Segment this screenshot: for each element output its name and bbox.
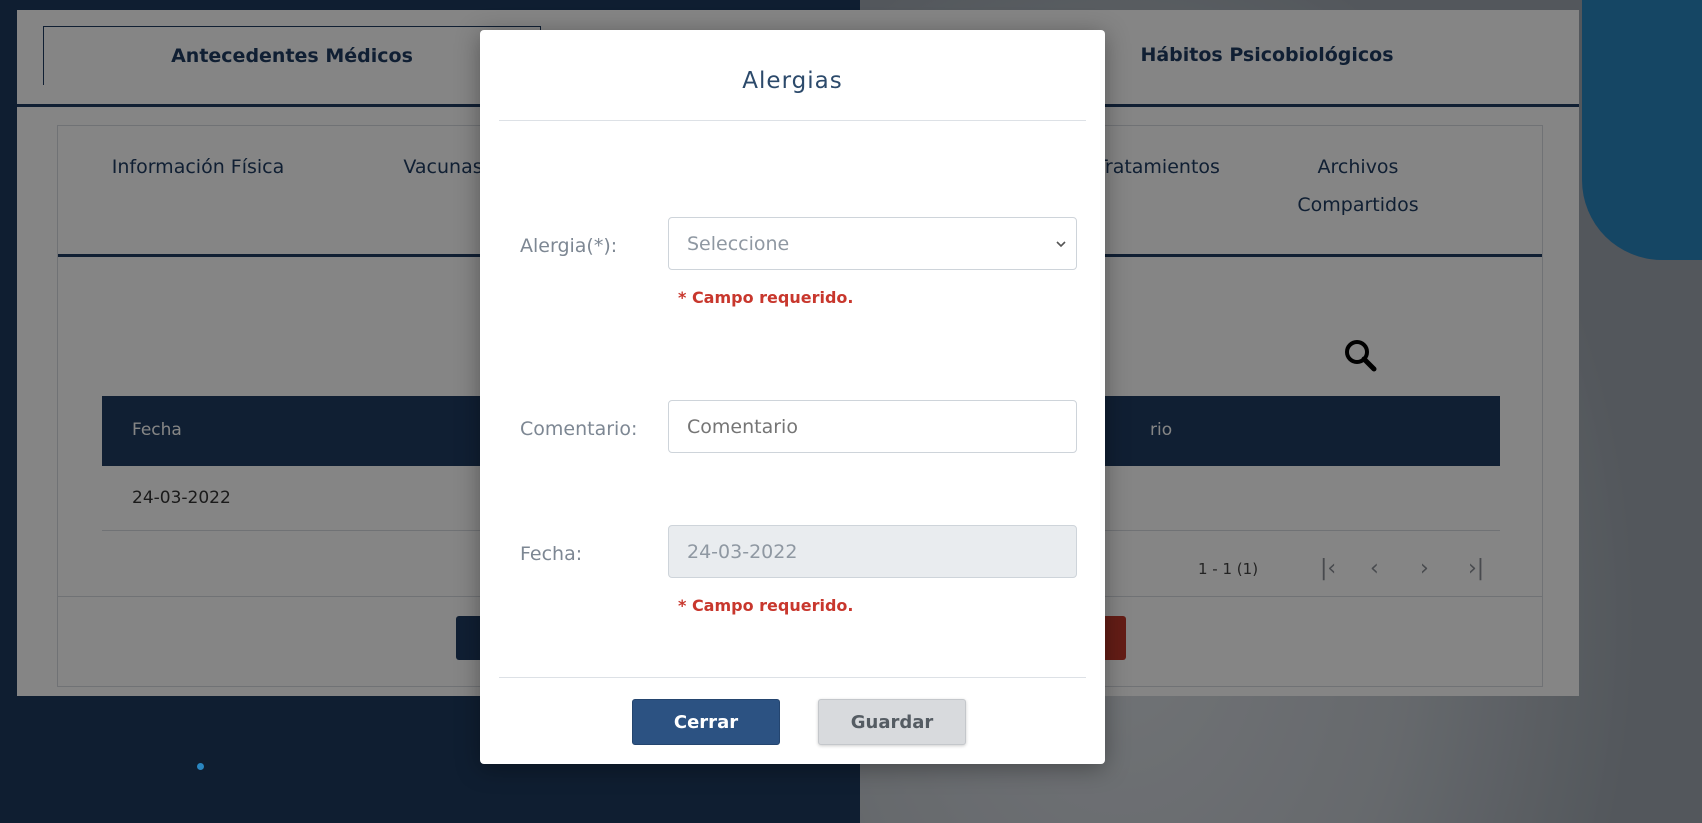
divider [499,677,1086,678]
divider [499,120,1086,121]
fecha-label: Fecha: [520,543,583,565]
alergia-select[interactable]: Seleccione [668,217,1077,270]
alergia-label: Alergia(*): [520,235,618,257]
alergias-modal: Alergias Alergia(*): Seleccione * Campo … [480,30,1105,764]
save-button[interactable]: Guardar [818,699,966,745]
fecha-error: * Campo requerido. [678,596,854,615]
close-button[interactable]: Cerrar [632,699,780,745]
modal-title: Alergias [742,68,843,94]
alergia-error: * Campo requerido. [678,288,854,307]
comentario-input[interactable] [668,400,1077,453]
fecha-value: 24-03-2022 [687,540,798,563]
fecha-input: 24-03-2022 [668,525,1077,578]
indicator-dot [197,763,204,770]
chevron-down-icon [1056,241,1066,248]
comentario-label: Comentario: [520,418,638,440]
alergia-select-value: Seleccione [687,232,790,255]
